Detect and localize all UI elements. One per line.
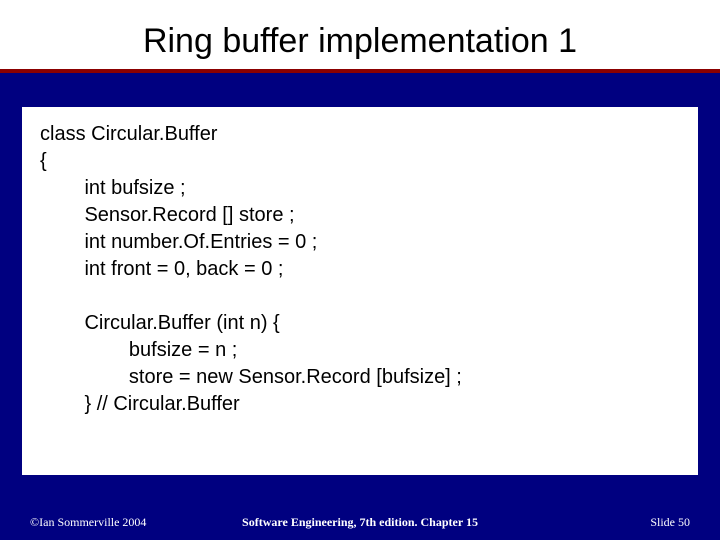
footer-chapter: Software Engineering, 7th edition. Chapt…: [0, 515, 720, 530]
footer-slide-number: Slide 50: [650, 515, 690, 530]
code-box: class Circular.Buffer { int bufsize ; Se…: [22, 107, 698, 475]
slide: Ring buffer implementation 1 class Circu…: [0, 0, 720, 540]
title-area: Ring buffer implementation 1: [0, 0, 720, 73]
code-listing: class Circular.Buffer { int bufsize ; Se…: [40, 121, 680, 418]
slide-title: Ring buffer implementation 1: [0, 22, 720, 61]
